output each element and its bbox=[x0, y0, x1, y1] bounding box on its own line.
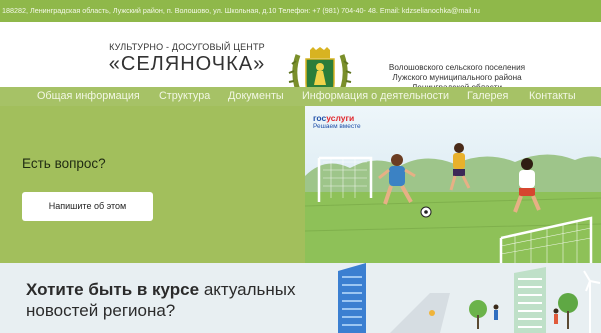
nav-item-structure[interactable]: Структура bbox=[159, 87, 210, 106]
news-headline-bold: Хотите быть в курсе bbox=[26, 280, 200, 299]
nav-item-general-info[interactable]: Общая информация bbox=[37, 87, 140, 106]
logo-part: гос bbox=[313, 113, 327, 123]
nav-item-documents[interactable]: Документы bbox=[228, 87, 284, 106]
site-header: КУЛЬТУРНО - ДОСУГОВЫЙ ЦЕНТР «СЕЛЯНОЧКА» … bbox=[0, 22, 601, 109]
nav-item-activity-info[interactable]: Информация о деятельности bbox=[302, 87, 449, 106]
news-headline-line2: новостей региона? bbox=[26, 301, 176, 320]
question-title: Есть вопрос? bbox=[22, 156, 106, 171]
nav-item-gallery[interactable]: Галерея bbox=[467, 87, 508, 106]
settlement-line: Лужского муниципального района bbox=[392, 73, 522, 82]
gosuslugi-tagline: Решаем вместе bbox=[313, 123, 361, 130]
contact-info: 188282, Ленинградская область, Лужский р… bbox=[2, 6, 480, 15]
settlement-line: Волошовского сельского поселения bbox=[388, 63, 526, 72]
question-panel: Есть вопрос? Напишите об этом bbox=[0, 106, 305, 263]
write-to-us-button[interactable]: Напишите об этом bbox=[22, 192, 153, 221]
gosuslugi-logo: госуслуги bbox=[313, 114, 354, 123]
news-banner[interactable]: Хотите быть в курсе актуальных новостей … bbox=[0, 263, 601, 333]
logo-part: услуги bbox=[326, 113, 355, 123]
city-illustration bbox=[300, 263, 601, 333]
nav-item-contacts[interactable]: Контакты bbox=[529, 87, 576, 106]
news-headline: Хотите быть в курсе актуальных новостей … bbox=[26, 279, 296, 321]
org-name[interactable]: «СЕЛЯНОЧКА» bbox=[92, 53, 282, 76]
contact-bar: 188282, Ленинградская область, Лужский р… bbox=[0, 0, 601, 22]
org-subtitle: КУЛЬТУРНО - ДОСУГОВЫЙ ЦЕНТР bbox=[109, 42, 265, 52]
gosuslugi-banner[interactable]: госуслуги Решаем вместе bbox=[305, 106, 601, 263]
news-headline-rest: актуальных bbox=[199, 280, 296, 299]
main-nav: Общая информация Структура Документы Инф… bbox=[0, 87, 601, 106]
